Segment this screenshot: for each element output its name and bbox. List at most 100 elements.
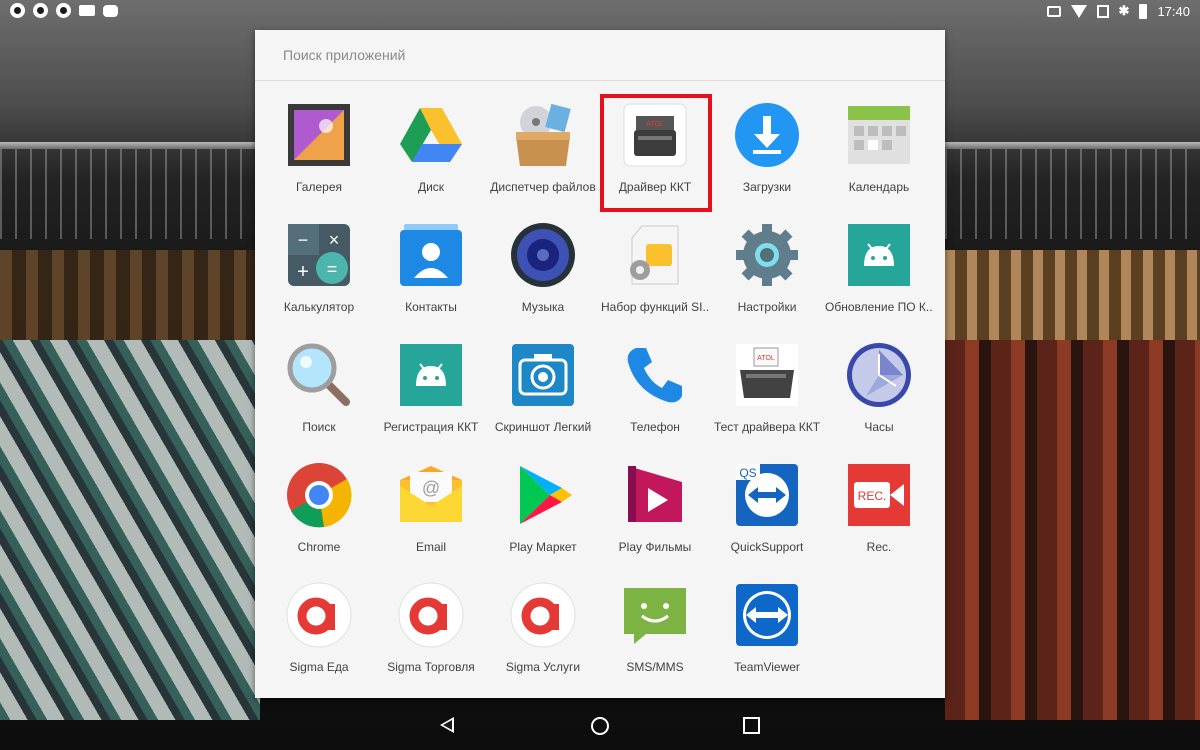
svg-text:ATOL: ATOL (757, 355, 775, 362)
app-play-movies[interactable]: Play Фильмы (599, 452, 711, 572)
app-settings[interactable]: Настройки (711, 212, 823, 332)
sms-icon (622, 582, 688, 648)
app-sms[interactable]: SMS/MMS (599, 572, 711, 692)
app-label: Sigma Услуги (505, 660, 581, 674)
sim-toolkit-icon (622, 222, 688, 288)
app-receipt-printer[interactable]: ATOL Тест драйвера ККТ (711, 332, 823, 452)
svg-text:QS: QS (739, 466, 756, 480)
svg-text:+: + (297, 261, 309, 283)
file-manager-icon (510, 102, 576, 168)
sigma-notification-icon (10, 3, 25, 18)
recent-apps-icon[interactable] (743, 717, 760, 734)
highlight-frame (600, 94, 712, 212)
app-label: QuickSupport (730, 540, 804, 554)
app-label: SMS/MMS (626, 660, 684, 674)
music-icon (510, 222, 576, 288)
app-sigma[interactable]: Sigma Еда (263, 572, 375, 692)
app-label: Play Маркет (509, 540, 577, 554)
sigma-icon (398, 582, 464, 648)
email-icon: @ (398, 462, 464, 528)
app-label: Sigma Еда (289, 660, 349, 674)
svg-text:×: × (329, 230, 340, 250)
app-search-input[interactable]: Поиск приложений (283, 47, 405, 63)
app-rec[interactable]: REC. Rec. (823, 452, 935, 572)
wifi-icon (1070, 4, 1087, 18)
quicksupport-icon: QS (734, 462, 800, 528)
app-sigma[interactable]: Sigma Торговля (375, 572, 487, 692)
app-downloads[interactable]: Загрузки (711, 92, 823, 212)
app-label: Набор функций SI... (601, 300, 709, 314)
app-android-update[interactable]: Обновление ПО К... (823, 212, 935, 332)
svg-text:−: − (298, 230, 309, 250)
app-label: Обновление ПО К... (825, 300, 933, 314)
app-music[interactable]: Музыка (487, 212, 599, 332)
app-clock[interactable]: Часы (823, 332, 935, 452)
svg-text:=: = (327, 259, 338, 279)
app-label: Play Фильмы (618, 540, 692, 554)
app-calculator[interactable]: − × + = Калькулятор (263, 212, 375, 332)
app-contacts[interactable]: Контакты (375, 212, 487, 332)
app-label: Диспетчер файлов (490, 180, 596, 194)
app-label: Chrome (297, 540, 341, 554)
app-label: Rec. (866, 540, 892, 554)
app-gallery[interactable]: Галерея (263, 92, 375, 212)
app-label: Контакты (405, 300, 457, 314)
teamviewer-icon (734, 582, 800, 648)
app-quicksupport[interactable]: QS QuickSupport (711, 452, 823, 572)
navigation-bar (0, 698, 1200, 750)
app-teamviewer[interactable]: TeamViewer (711, 572, 823, 692)
battery-icon (1139, 3, 1148, 19)
app-android-registration[interactable]: Регистрация ККТ (375, 332, 487, 452)
sigma-notification-icon (56, 3, 71, 18)
clothes-left (0, 250, 260, 720)
contacts-icon (398, 222, 464, 288)
android-registration-icon (398, 342, 464, 408)
calculator-icon: − × + = (286, 222, 352, 288)
app-play-store[interactable]: Play Маркет (487, 452, 599, 572)
app-label: Тест драйвера ККТ (713, 420, 821, 434)
app-drive[interactable]: Диск (375, 92, 487, 212)
app-phone[interactable]: Телефон (599, 332, 711, 452)
play-store-icon (510, 462, 576, 528)
calendar-icon (846, 102, 912, 168)
app-search-bar[interactable]: Поиск приложений (255, 30, 945, 81)
app-label: TeamViewer (734, 660, 800, 674)
app-label: Поиск (302, 420, 336, 434)
sigma-icon (286, 582, 352, 648)
gallery-icon (286, 102, 352, 168)
app-label: Email (415, 540, 446, 554)
rec-icon: REC. (846, 462, 912, 528)
chat-notification-icon (103, 4, 118, 17)
video-call-notification-icon (79, 5, 95, 16)
drive-icon (398, 102, 464, 168)
clock-time: 17:40 (1157, 3, 1190, 19)
screenshot-camera-icon (510, 342, 576, 408)
app-grid: Галерея Диск Диспетчер файлов ATOL Драйвер К… (263, 92, 935, 692)
app-label: Часы (864, 420, 894, 434)
sigma-icon (510, 582, 576, 648)
app-email[interactable]: @ Email (375, 452, 487, 572)
sigma-notification-icon (33, 3, 48, 18)
clock-icon (846, 342, 912, 408)
app-label: Загрузки (742, 180, 792, 194)
app-search[interactable]: Поиск (263, 332, 375, 452)
android-update-icon (846, 222, 912, 288)
app-chrome[interactable]: Chrome (263, 452, 375, 572)
back-icon[interactable] (440, 717, 454, 733)
play-movies-icon (622, 462, 688, 528)
search-icon (286, 342, 352, 408)
home-icon[interactable] (591, 717, 609, 735)
app-sigma[interactable]: Sigma Услуги (487, 572, 599, 692)
app-sim-toolkit[interactable]: Набор функций SI... (599, 212, 711, 332)
cast-icon (1046, 5, 1061, 17)
settings-icon (734, 222, 800, 288)
downloads-icon (734, 102, 800, 168)
status-bar: ✱ 17:40 (0, 0, 1200, 24)
app-label: Настройки (737, 300, 797, 314)
receipt-printer-icon: ATOL (734, 342, 800, 408)
app-screenshot-camera[interactable]: Скриншот Легкий (487, 332, 599, 452)
app-label: Регистрация ККТ (383, 420, 479, 434)
app-file-manager[interactable]: Диспетчер файлов (487, 92, 599, 212)
app-label: Диск (417, 180, 445, 194)
app-calendar[interactable]: Календарь (823, 92, 935, 212)
